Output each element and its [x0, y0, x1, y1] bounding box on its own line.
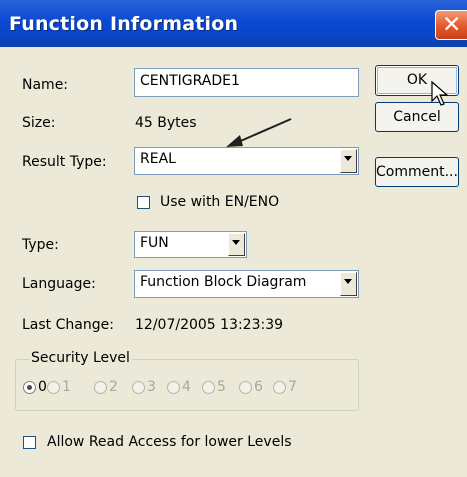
- mouse-pointer-icon: [431, 80, 449, 106]
- annotation-arrow: [226, 118, 292, 147]
- function-information-dialog: Function Information ✕ Name: CENTIGRADE1…: [0, 0, 467, 477]
